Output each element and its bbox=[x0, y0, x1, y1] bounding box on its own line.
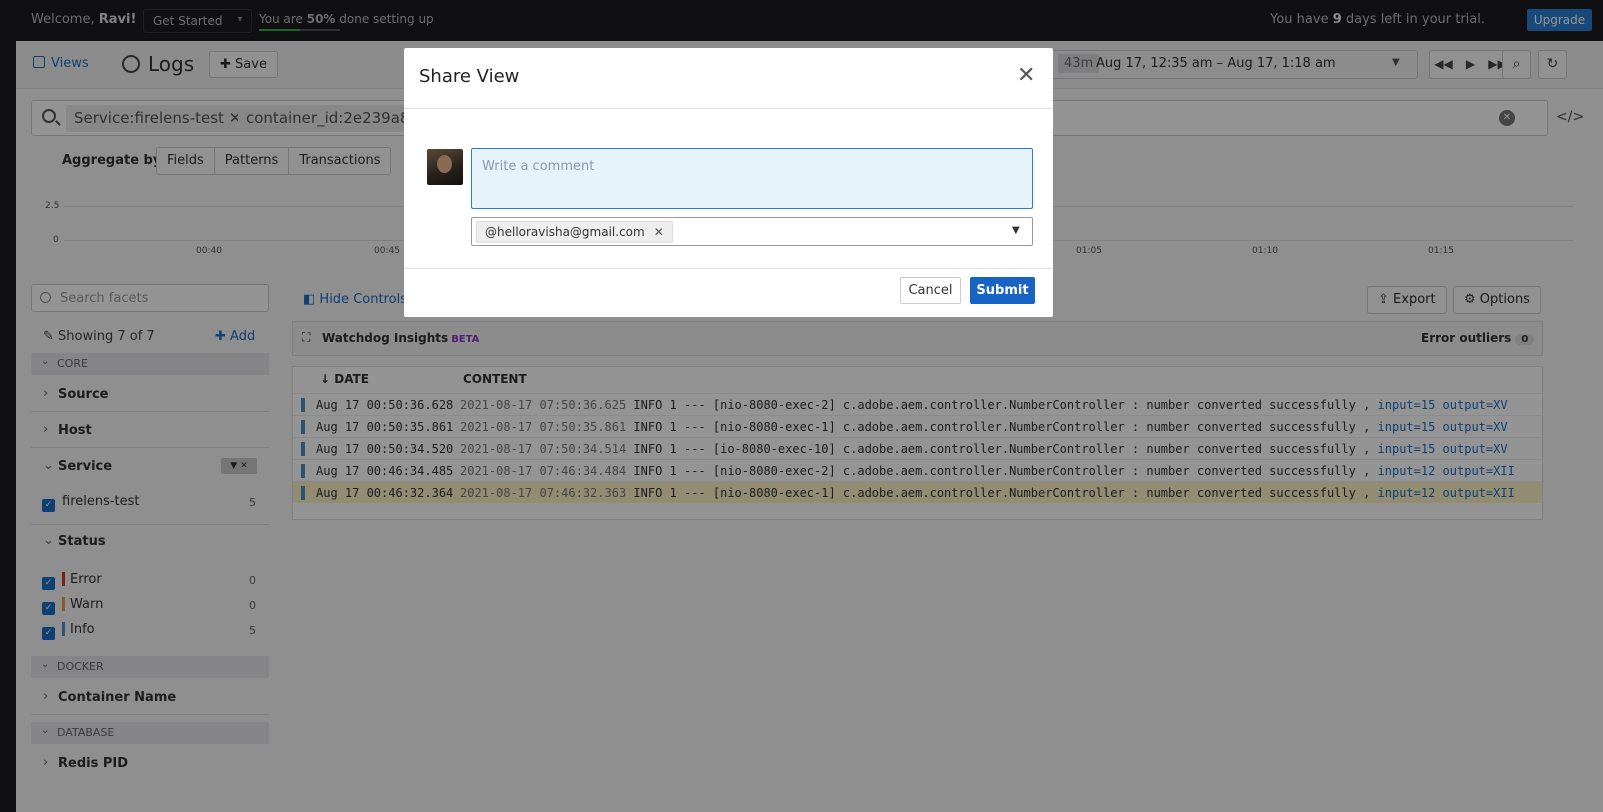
avatar bbox=[427, 149, 463, 185]
dialog-title: Share View bbox=[419, 66, 520, 87]
remove-recipient-icon[interactable]: ✕ bbox=[654, 225, 664, 239]
comment-placeholder: Write a comment bbox=[482, 159, 595, 174]
cancel-button[interactable]: Cancel bbox=[900, 277, 961, 304]
submit-button[interactable]: Submit bbox=[970, 277, 1035, 304]
close-icon[interactable]: ✕ bbox=[1017, 65, 1035, 87]
divider bbox=[404, 108, 1053, 109]
recipients-input[interactable]: @helloravisha@gmail.com ✕ ▼ bbox=[471, 217, 1033, 246]
share-view-dialog: Share View ✕ Write a comment @helloravis… bbox=[404, 48, 1053, 317]
recipient-tag: @helloravisha@gmail.com ✕ bbox=[476, 221, 673, 243]
comment-textarea[interactable]: Write a comment bbox=[471, 148, 1033, 209]
divider bbox=[404, 268, 1053, 269]
chevron-down-icon[interactable]: ▼ bbox=[1012, 225, 1020, 236]
